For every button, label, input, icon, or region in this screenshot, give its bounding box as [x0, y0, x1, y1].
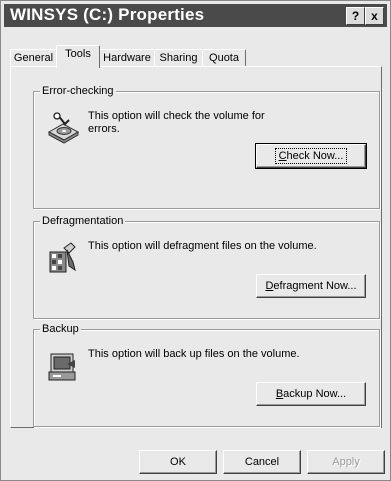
title-bar[interactable]: WINSYS (C:) Properties ? x [4, 4, 387, 27]
check-now-button[interactable]: Check Now... [255, 143, 367, 169]
backup-now-button[interactable]: Backup Now... [256, 382, 366, 406]
tab-tools[interactable]: Tools [56, 45, 100, 68]
backup-title: Backup [40, 322, 81, 336]
error-checking-description: This option will check the volume for er… [88, 110, 265, 135]
ok-button[interactable]: OK [139, 450, 217, 474]
tab-sharing[interactable]: Sharing [154, 49, 203, 67]
backup-group: Backup This option will back up files on… [33, 322, 380, 427]
disk-check-icon [45, 110, 81, 149]
defragmentation-group: Defragmentation This option will defragm… [33, 214, 380, 319]
apply-button[interactable]: Apply [307, 450, 385, 474]
properties-dialog: WINSYS (C:) Properties ? x General Tools… [0, 0, 391, 481]
error-checking-group: Error-checking This option will check th… [33, 84, 380, 209]
tools-panel: Error-checking This option will check th… [10, 66, 382, 428]
defragmentation-description: This option will defragment files on the… [88, 240, 317, 252]
help-button[interactable]: ? [346, 7, 365, 25]
error-checking-title: Error-checking [40, 84, 116, 98]
defragment-now-button[interactable]: Defragment Now... [256, 274, 366, 298]
close-button[interactable]: x [365, 7, 384, 25]
tab-general[interactable]: General [10, 49, 57, 67]
defragment-icon [45, 240, 81, 279]
backup-icon [45, 348, 81, 387]
defragmentation-title: Defragmentation [40, 214, 126, 228]
tab-quota[interactable]: Quota [202, 49, 246, 67]
cancel-button[interactable]: Cancel [223, 450, 301, 474]
window-title: WINSYS (C:) Properties [10, 5, 205, 24]
tab-hardware[interactable]: Hardware [99, 49, 155, 67]
backup-description: This option will back up files on the vo… [88, 348, 300, 360]
